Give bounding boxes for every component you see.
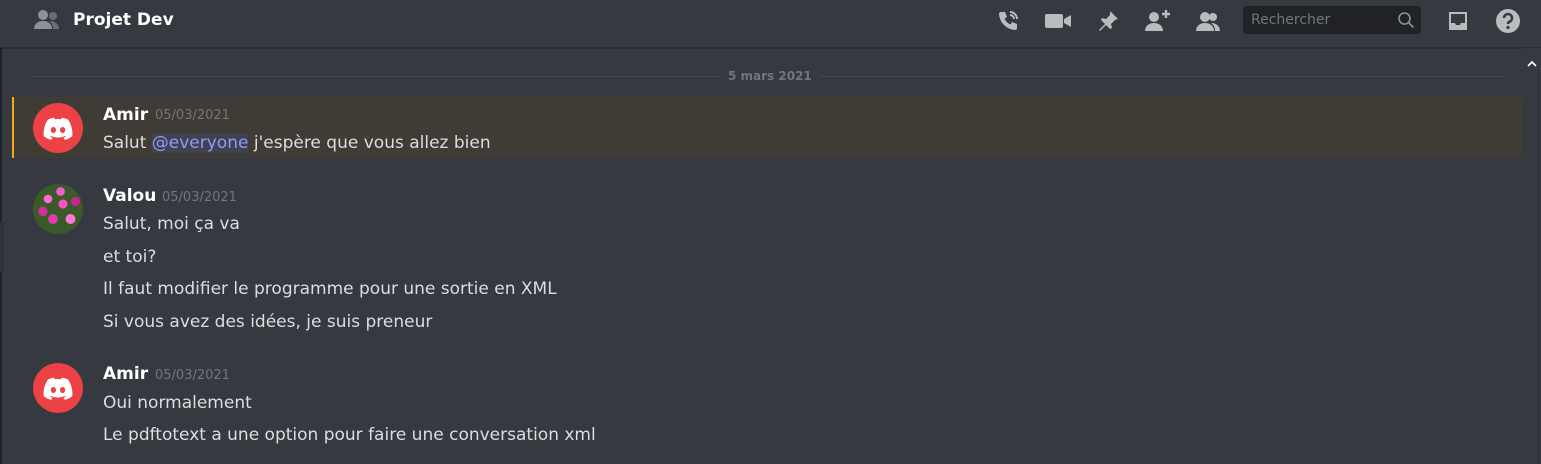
discord-logo-icon bbox=[43, 377, 73, 400]
message-text: Oui normalement bbox=[103, 393, 252, 413]
message-text: Le pdftotext a une option pour faire une… bbox=[103, 425, 596, 445]
message-text: et toi? bbox=[103, 247, 157, 267]
video-icon[interactable] bbox=[1044, 8, 1072, 34]
message-author[interactable]: Amir bbox=[103, 104, 148, 126]
mention-highlight-bar bbox=[12, 97, 14, 158]
message-author[interactable]: Valou bbox=[103, 185, 156, 207]
message-text-prefix: Salut bbox=[103, 133, 152, 153]
message-text: Si vous avez des idées, je suis preneur bbox=[103, 312, 433, 332]
channel-header: Projet Dev bbox=[0, 0, 1541, 48]
discord-logo-icon bbox=[43, 117, 73, 140]
message-text: Il faut modifier le programme pour une s… bbox=[103, 279, 557, 299]
call-icon[interactable] bbox=[994, 8, 1022, 34]
avatar[interactable] bbox=[33, 184, 83, 234]
message-timestamp: 05/03/2021 bbox=[155, 368, 230, 383]
everyone-mention[interactable]: @everyone bbox=[151, 133, 249, 153]
left-edge-mark bbox=[0, 222, 4, 272]
search-input[interactable] bbox=[1243, 6, 1393, 34]
scroll-up-arrow-icon[interactable] bbox=[1527, 54, 1537, 67]
inbox-icon[interactable] bbox=[1444, 8, 1472, 34]
message-timestamp: 05/03/2021 bbox=[155, 108, 230, 123]
date-divider-label: 5 mars 2021 bbox=[720, 68, 820, 84]
pin-icon[interactable] bbox=[1094, 8, 1122, 34]
search-box[interactable] bbox=[1243, 6, 1421, 34]
help-icon[interactable] bbox=[1494, 8, 1522, 34]
message-text-suffix: j'espère que vous allez bien bbox=[248, 133, 491, 153]
scroll-track bbox=[1538, 70, 1539, 464]
message-text: Salut @everyone j'espère que vous allez … bbox=[103, 132, 491, 154]
people-group-icon bbox=[33, 8, 61, 32]
add-member-icon[interactable] bbox=[1144, 8, 1172, 34]
message-text: Salut, moi ça va bbox=[103, 214, 240, 234]
avatar[interactable] bbox=[33, 363, 83, 413]
channel-title: Projet Dev bbox=[73, 10, 174, 30]
message-timestamp: 05/03/2021 bbox=[162, 190, 237, 205]
members-icon[interactable] bbox=[1194, 8, 1222, 34]
search-icon bbox=[1397, 11, 1415, 33]
message-author[interactable]: Amir bbox=[103, 363, 148, 385]
avatar[interactable] bbox=[33, 103, 83, 153]
